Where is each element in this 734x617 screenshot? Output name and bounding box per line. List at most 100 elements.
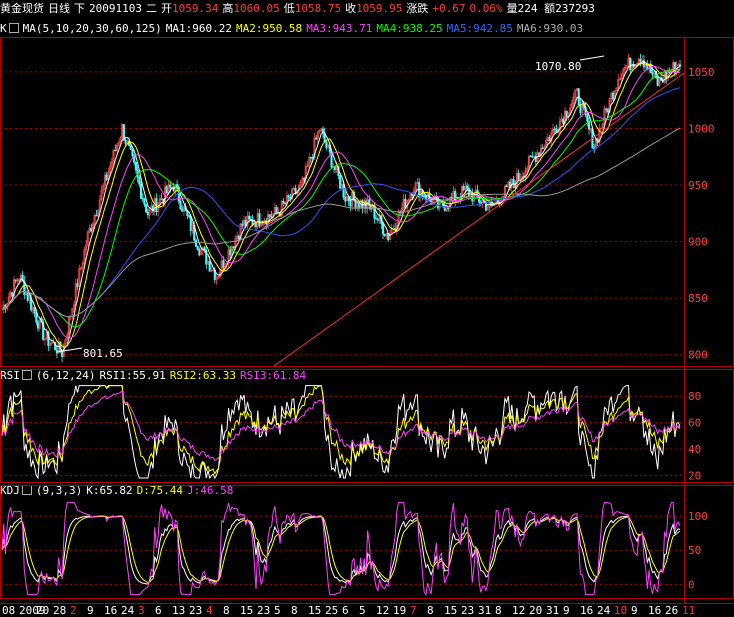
date-tick-label: 20 — [36, 604, 49, 617]
date-tick-label: 2 — [70, 604, 77, 617]
candle-body — [248, 215, 251, 220]
candle-body — [512, 178, 515, 185]
date-tick-label: 3 — [138, 604, 145, 617]
date-tick-label: 26 — [665, 604, 678, 617]
date-tick-label: 08 — [2, 604, 15, 617]
date-tick-label: 23 — [257, 604, 270, 617]
candle-body — [194, 239, 198, 247]
candle-body — [141, 197, 144, 200]
date-tick-label: 13 — [172, 604, 185, 617]
candle-body — [538, 152, 541, 156]
candle-body — [357, 203, 361, 208]
candle-body — [146, 211, 149, 216]
high-mark-label: 1070.80 — [535, 60, 581, 73]
candle-body — [411, 193, 414, 197]
support-trendline — [273, 72, 685, 367]
candle-body — [466, 185, 469, 189]
candle-body — [169, 184, 172, 188]
candle-body — [35, 312, 38, 323]
date-tick-label: 10 — [614, 604, 627, 617]
candle-body — [145, 203, 148, 213]
candle-body — [447, 207, 450, 209]
date-tick-label: 12 — [376, 604, 389, 617]
date-tick-label: 8 — [291, 604, 298, 617]
candle-body — [254, 222, 258, 228]
date-tick-label: 12 — [512, 604, 525, 617]
candle-body — [275, 207, 278, 214]
candle-body — [349, 200, 352, 207]
date-tick-label: 5 — [359, 604, 366, 617]
candle-body — [249, 218, 252, 221]
candle-body — [605, 108, 608, 111]
candle-body — [76, 283, 79, 287]
rsi1-line — [1, 385, 681, 480]
candle-body — [562, 118, 565, 124]
date-tick-label: 25 — [325, 604, 338, 617]
candle-body — [165, 186, 168, 194]
date-tick-label: 9 — [87, 604, 94, 617]
price-tick-label: 1050 — [688, 66, 715, 79]
candle-body — [270, 216, 273, 218]
panel-border — [0, 369, 734, 483]
date-tick-label: 4 — [206, 604, 213, 617]
kdj-tick-label: 0 — [688, 578, 695, 591]
candle-body — [579, 104, 582, 113]
rsi-tick-label: 60 — [688, 417, 701, 430]
candle-body — [129, 145, 132, 150]
candle-body — [208, 261, 211, 272]
price-tick-label: 950 — [688, 179, 708, 192]
date-tick-label: 16 — [648, 604, 661, 617]
candle-body — [222, 260, 225, 268]
candle-body — [114, 149, 117, 152]
candle-body — [176, 184, 179, 188]
date-tick-label: 6 — [155, 604, 162, 617]
date-tick-label: 23 — [461, 604, 474, 617]
date-tick-label: 31 — [546, 604, 559, 617]
candle-body — [529, 155, 532, 158]
candle-body — [61, 351, 64, 357]
axis-labels: 105010009509008508008060402010050008 2009… — [2, 66, 715, 617]
date-tick-label: 9 — [563, 604, 570, 617]
candle-body — [629, 57, 632, 71]
candle-body — [139, 183, 143, 199]
date-tick-label: 8 — [427, 604, 434, 617]
candle-body — [105, 174, 108, 180]
price-annotations: 801.65 1070.80 — [56, 55, 605, 360]
date-tick-label: 20 — [529, 604, 542, 617]
date-tick-label: 8 — [495, 604, 502, 617]
candle-body — [268, 214, 271, 217]
candle-body — [462, 185, 465, 191]
candle-body — [678, 64, 682, 67]
price-tick-label: 900 — [688, 236, 708, 249]
date-tick-label: 15 — [308, 604, 321, 617]
ma6-line — [1, 127, 681, 318]
candle-body — [423, 195, 426, 198]
date-tick-label: 16 — [580, 604, 593, 617]
candle-body — [138, 176, 141, 185]
candle-body — [651, 72, 654, 75]
candle-body — [639, 58, 642, 62]
date-tick-label: 7 — [410, 604, 417, 617]
date-tick-label: 28 — [53, 604, 66, 617]
stock-chart-canvas[interactable]: 105010009509008508008060402010050008 2009… — [0, 0, 734, 617]
ma3-line — [1, 65, 680, 339]
candle-body — [160, 198, 163, 200]
candle-body — [134, 162, 137, 171]
candle-body — [287, 195, 290, 198]
candle-body — [196, 245, 199, 251]
candle-body — [315, 137, 318, 140]
candle-body — [673, 62, 676, 74]
candle-body — [90, 227, 93, 232]
candle-body — [303, 178, 306, 180]
candle-body — [383, 233, 386, 236]
candle-body — [124, 139, 127, 144]
date-tick-label: 15 — [240, 604, 253, 617]
candle-body — [143, 198, 146, 205]
candle-body — [188, 215, 191, 217]
candle-body — [309, 156, 313, 159]
candle-body — [496, 199, 500, 203]
date-tick-label: 19 — [393, 604, 406, 617]
candle-body — [241, 223, 244, 226]
high-mark-leader — [579, 55, 605, 61]
chart-grid — [0, 71, 684, 585]
